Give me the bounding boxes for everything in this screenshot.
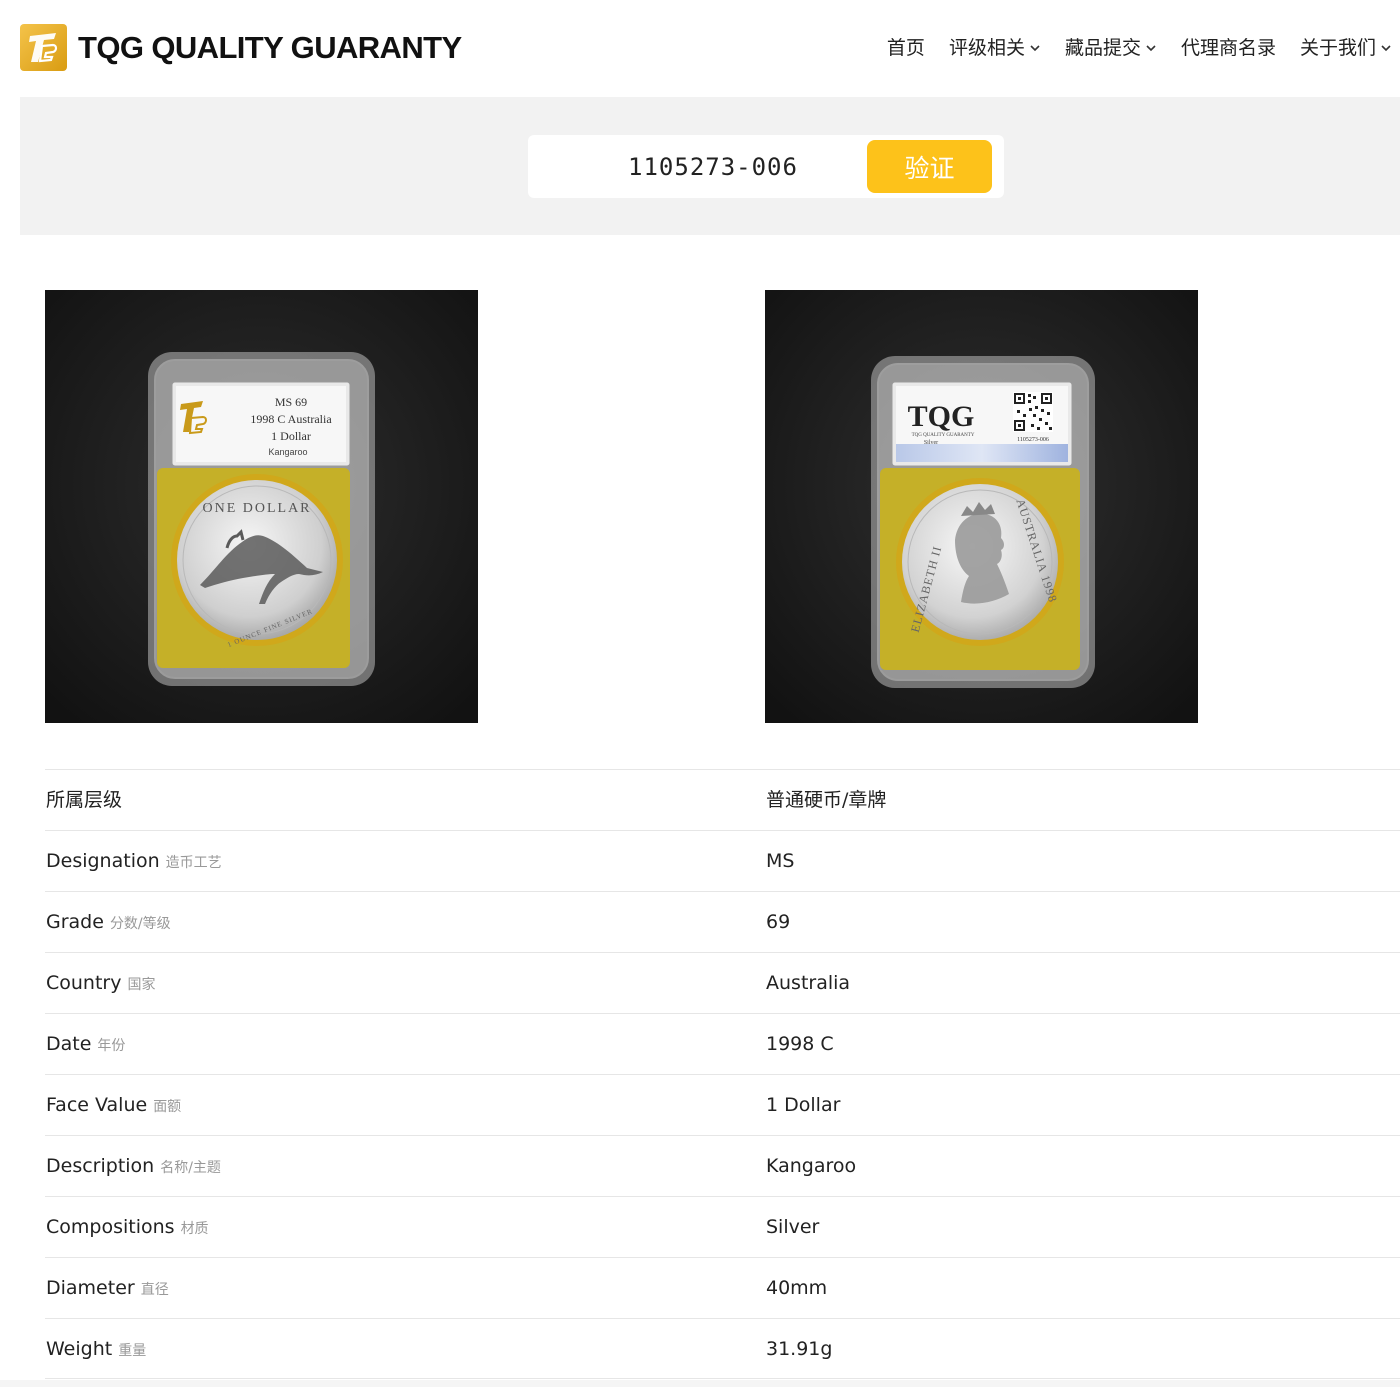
table-row: Face Value 面额 1 Dollar (45, 1074, 1400, 1135)
table-row: Country 国家 Australia (45, 952, 1400, 1013)
label-sub: 面额 (153, 1099, 182, 1115)
label-text: Grade (46, 911, 104, 933)
verify-button[interactable]: 验证 (867, 140, 992, 193)
coin-top-text: ONE DOLLAR (202, 501, 311, 516)
nav-label: 代理商名录 (1180, 37, 1276, 59)
slab-value-text: 1 Dollar (271, 429, 311, 443)
chevron-down-icon (1030, 45, 1040, 52)
nav-item-home[interactable]: 首页 (887, 34, 925, 62)
row-value: 1998 C (766, 1033, 834, 1055)
label-text: Country (46, 972, 122, 994)
slab-logo-sub: TQG QUALITY GUARANTY (912, 433, 975, 438)
table-row: Compositions 材质 Silver (45, 1196, 1400, 1257)
nav-label: 藏品提交 (1064, 37, 1141, 59)
label-text: Diameter (46, 1277, 135, 1299)
page-footer-divider (0, 1380, 1400, 1387)
nav-item-about[interactable]: 关于我们 (1300, 34, 1392, 62)
label-text: Face Value (46, 1094, 148, 1116)
slab-photo-back[interactable]: TQG TQG QUALITY GUARANTY Silver 1105273-… (765, 290, 1198, 723)
label-text: Weight (46, 1338, 113, 1360)
label-text: Compositions (46, 1216, 175, 1238)
slab-desc-text: Kangaroo (268, 447, 307, 457)
qr-code-icon (1013, 392, 1053, 432)
cert-number-input[interactable] (548, 135, 878, 198)
nav-label: 首页 (886, 37, 925, 59)
nav-item-submission[interactable]: 藏品提交 (1065, 34, 1157, 62)
label-text: 所属层级 (46, 789, 123, 811)
label-sub: 年份 (97, 1038, 126, 1054)
label-sub: 重量 (118, 1343, 147, 1359)
table-row: Weight 重量 31.91g (45, 1318, 1400, 1379)
table-row: Designation 造币工艺 MS (45, 830, 1400, 891)
label-sub: 名称/主题 (160, 1160, 221, 1176)
tqg-logo-icon[interactable] (20, 24, 67, 71)
row-label: 所属层级 (46, 770, 128, 832)
main-nav: 首页 评级相关 藏品提交 代理商名录 关于我们 (863, 34, 1392, 62)
certificate-details-table: 所属层级 普通硬币/章牌 Designation 造币工艺 MS Grade 分数/… (45, 769, 1400, 1379)
nav-label: 评级相关 (948, 37, 1025, 59)
row-value: Silver (766, 1216, 820, 1238)
label-sub: 分数/等级 (109, 916, 171, 932)
label-sub: 国家 (127, 977, 156, 993)
row-value: Australia (766, 972, 851, 994)
table-row: 所属层级 普通硬币/章牌 (45, 769, 1400, 830)
slab-cert-text: 1105273-006 (1017, 437, 1049, 443)
row-value: 31.91g (766, 1338, 833, 1360)
row-label: Designation 造币工艺 (46, 831, 222, 893)
row-value: MS (766, 850, 795, 872)
row-label: Diameter 直径 (46, 1258, 169, 1320)
row-value: 40mm (766, 1277, 828, 1299)
slab-material-text: Silver (924, 440, 938, 446)
row-label: Compositions 材质 (46, 1197, 209, 1259)
label-sub: 材质 (180, 1221, 209, 1237)
slab-photo-front[interactable]: MS 69 1998 C Australia 1 Dollar Kangaroo… (45, 290, 478, 723)
row-label: Weight 重量 (46, 1319, 146, 1381)
brand-name[interactable]: TQG QUALITY GUARANTY (78, 28, 462, 68)
row-value: Kangaroo (766, 1155, 857, 1177)
table-row: Diameter 直径 40mm (45, 1257, 1400, 1318)
table-row: Description 名称/主题 Kangaroo (45, 1135, 1400, 1196)
label-text: Date (46, 1033, 92, 1055)
label-text: Description (46, 1155, 155, 1177)
slab-year-text: 1998 C Australia (250, 412, 332, 426)
label-text: Designation (46, 850, 160, 872)
table-row: Grade 分数/等级 69 (45, 891, 1400, 952)
verification-form: 验证 (528, 135, 1004, 198)
verification-band: 验证 (20, 97, 1400, 235)
nav-item-grading[interactable]: 评级相关 (949, 34, 1041, 62)
row-value: 69 (766, 911, 791, 933)
row-value: 1 Dollar (766, 1094, 841, 1116)
row-label: Date 年份 (46, 1014, 125, 1076)
table-row: Date 年份 1998 C (45, 1013, 1400, 1074)
label-sub: 造币工艺 (165, 855, 222, 871)
row-label: Face Value 面额 (46, 1075, 181, 1137)
row-label: Country 国家 (46, 953, 155, 1015)
nav-item-dealers[interactable]: 代理商名录 (1181, 34, 1276, 62)
slab-logo-text: TQG (908, 400, 975, 433)
row-label: Grade 分数/等级 (46, 892, 171, 954)
label-sub: 直径 (140, 1282, 169, 1298)
nav-label: 关于我们 (1299, 37, 1376, 59)
chevron-down-icon (1146, 45, 1156, 52)
site-header: TQG QUALITY GUARANTY 首页 评级相关 藏品提交 代理商名录 … (0, 0, 1400, 97)
chevron-down-icon (1381, 45, 1391, 52)
slab-grade-text: MS 69 (275, 395, 307, 409)
row-value: 普通硬币/章牌 (766, 789, 887, 811)
row-label: Description 名称/主题 (46, 1136, 221, 1198)
